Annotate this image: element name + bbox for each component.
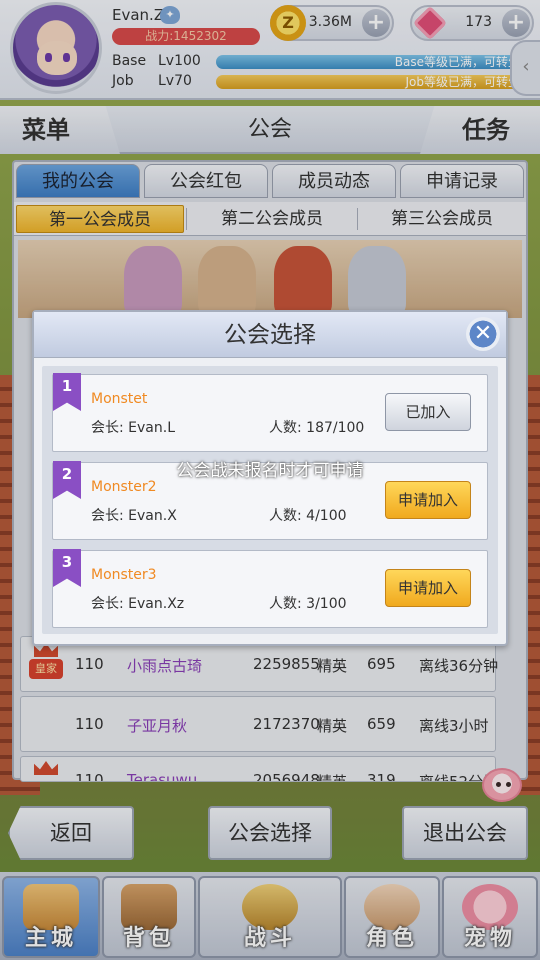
rank-ribbon-icon: 3 <box>53 549 81 587</box>
guild-member-count: 人数: 187/100 <box>269 420 365 436</box>
guild-leader: 会长: Evan.L <box>91 420 175 436</box>
guild-leader: 会长: Evan.X <box>91 508 177 524</box>
rank-ribbon-icon: 1 <box>53 373 81 411</box>
apply-join-button[interactable]: 申请加入 <box>385 569 471 607</box>
guild-option: 2 Monster2 会长: Evan.X 人数: 4/100 申请加入 <box>52 461 488 540</box>
guild-name: Monster3 <box>91 567 157 583</box>
guild-option: 3 Monster3 会长: Evan.Xz 人数: 3/100 申请加入 <box>52 549 488 628</box>
guild-member-count: 人数: 3/100 <box>269 596 347 612</box>
guild-name: Monstet <box>91 391 148 407</box>
joined-button[interactable]: 已加入 <box>385 393 471 431</box>
close-icon[interactable]: ✕ <box>466 317 500 351</box>
apply-join-button[interactable]: 申请加入 <box>385 481 471 519</box>
guild-option: 1 Monstet 会长: Evan.L 人数: 187/100 已加入 <box>52 373 488 452</box>
guild-list: 1 Monstet 会长: Evan.L 人数: 187/100 已加入 2 M… <box>42 366 498 634</box>
guild-member-count: 人数: 4/100 <box>269 508 347 524</box>
dialog-title: 公会选择 <box>34 312 506 358</box>
guild-select-dialog: 公会选择 ✕ 1 Monstet 会长: Evan.L 人数: 187/100 … <box>32 310 508 646</box>
guild-name: Monster2 <box>91 479 157 495</box>
rank-ribbon-icon: 2 <box>53 461 81 499</box>
guild-leader: 会长: Evan.Xz <box>91 596 185 612</box>
